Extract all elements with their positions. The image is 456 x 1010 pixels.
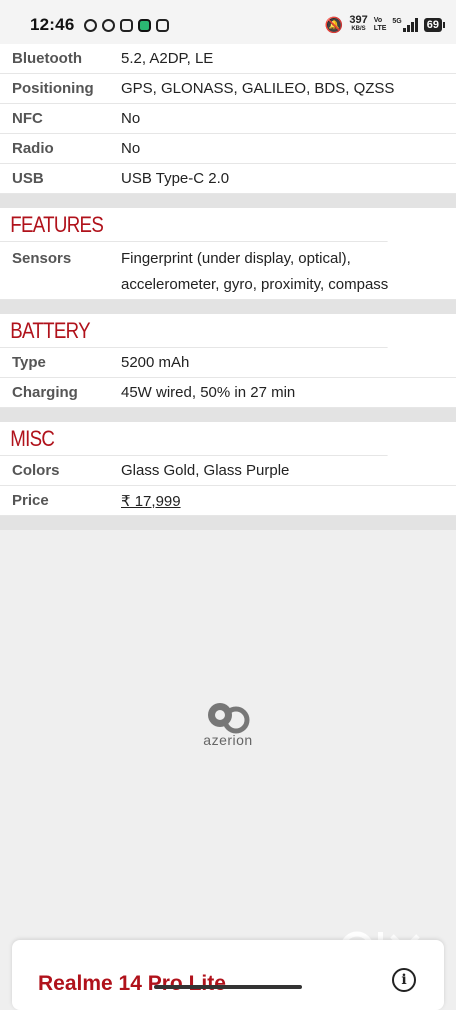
- comms-section: Bluetooth 5.2, A2DP, LE Positioning GPS,…: [0, 44, 456, 194]
- notification-icons: [84, 18, 170, 32]
- battery-icon: 69: [423, 18, 446, 32]
- whatsapp-icon: [84, 18, 98, 32]
- spec-row-positioning: Positioning GPS, GLONASS, GALILEO, BDS, …: [0, 74, 456, 104]
- spec-key: Type: [12, 354, 46, 371]
- section-divider: [0, 516, 456, 530]
- section-divider: [0, 194, 456, 208]
- azerion-logo-icon: [208, 703, 250, 734]
- spec-key: Price: [12, 492, 49, 509]
- spec-value: 5.2, A2DP, LE: [121, 50, 214, 67]
- spec-value: 5200 mAh: [121, 354, 190, 371]
- spec-key: Positioning: [12, 80, 94, 97]
- spec-key: Bluetooth: [12, 50, 82, 67]
- spotify-icon: [138, 18, 152, 32]
- spec-value: GPS, GLONASS, GALILEO, BDS, QZSS: [121, 80, 395, 97]
- spec-row-charging: Charging 45W wired, 50% in 27 min: [0, 378, 456, 408]
- spec-row-bluetooth: Bluetooth 5.2, A2DP, LE: [0, 44, 456, 74]
- spec-row-price: Price ₹ 17,999: [0, 486, 456, 516]
- spec-key: Sensors: [12, 250, 72, 267]
- misc-section: MISC Colors Glass Gold, Glass Purple Pri…: [0, 422, 456, 516]
- spec-key: Colors: [12, 462, 60, 479]
- battery-section: BATTERY Type 5200 mAh Charging 45W wired…: [0, 314, 456, 408]
- spec-row-usb: USB USB Type-C 2.0: [0, 164, 456, 194]
- price-link[interactable]: ₹ 17,999: [121, 492, 181, 510]
- spec-key: Radio: [12, 140, 54, 157]
- azerion-ad-logo[interactable]: azerion: [196, 700, 260, 748]
- spec-key: USB: [12, 170, 44, 187]
- spec-row-type: Type 5200 mAh: [0, 348, 456, 378]
- section-heading-battery: BATTERY: [0, 314, 388, 348]
- spec-row-colors: Colors Glass Gold, Glass Purple: [0, 456, 456, 486]
- instagram-icon: [156, 18, 170, 32]
- spec-table: Bluetooth 5.2, A2DP, LE Positioning GPS,…: [0, 44, 456, 530]
- sensors-line-2: accelerometer, gyro, proximity, compass: [121, 276, 389, 293]
- bell-muted-icon: 🔕: [324, 17, 344, 34]
- spec-value: 45W wired, 50% in 27 min: [121, 384, 296, 401]
- spec-row-radio: Radio No: [0, 134, 456, 164]
- signal-icon: 5G: [392, 18, 418, 32]
- info-icon[interactable]: i: [392, 968, 416, 992]
- spec-value: Glass Gold, Glass Purple: [121, 462, 290, 479]
- network-speed-value: 397: [349, 14, 368, 26]
- spec-value: Fingerprint (under display, optical), ac…: [121, 246, 388, 298]
- volte-bottom: LTE: [373, 25, 387, 32]
- spec-row-sensors: Sensors Fingerprint (under display, opti…: [0, 242, 456, 300]
- product-card[interactable]: Realme 14 Pro Lite i: [12, 940, 444, 1010]
- product-title: Realme 14 Pro Lite: [38, 972, 226, 995]
- network-speed-unit: KB/S: [351, 26, 366, 32]
- status-bar: 12:46 🔕 397 KB/S Vo LTE 5G 69: [0, 0, 456, 50]
- sensors-line-1: Fingerprint (under display, optical),: [121, 250, 351, 267]
- status-time: 12:46: [30, 15, 75, 34]
- spec-key: NFC: [12, 110, 43, 127]
- spec-value: USB Type-C 2.0: [121, 170, 230, 187]
- spec-value: No: [121, 140, 141, 157]
- network-type: 5G: [392, 18, 402, 25]
- volte-indicator: Vo LTE: [374, 17, 387, 33]
- spec-value: No: [121, 110, 141, 127]
- features-section: FEATURES Sensors Fingerprint (under disp…: [0, 208, 456, 300]
- gesture-nav-bar[interactable]: [154, 985, 302, 989]
- section-divider: [0, 300, 456, 314]
- spec-row-nfc: NFC No: [0, 104, 456, 134]
- section-heading-features: FEATURES: [0, 208, 388, 242]
- spec-key: Charging: [12, 384, 78, 401]
- section-heading-misc: MISC: [0, 422, 388, 456]
- section-divider: [0, 408, 456, 422]
- snapchat-icon: [102, 18, 116, 32]
- instagram-icon: [120, 18, 134, 32]
- azerion-wordmark: azerion: [203, 732, 253, 748]
- network-speed: 397 KB/S: [349, 14, 368, 34]
- volte-top: Vo: [373, 17, 383, 24]
